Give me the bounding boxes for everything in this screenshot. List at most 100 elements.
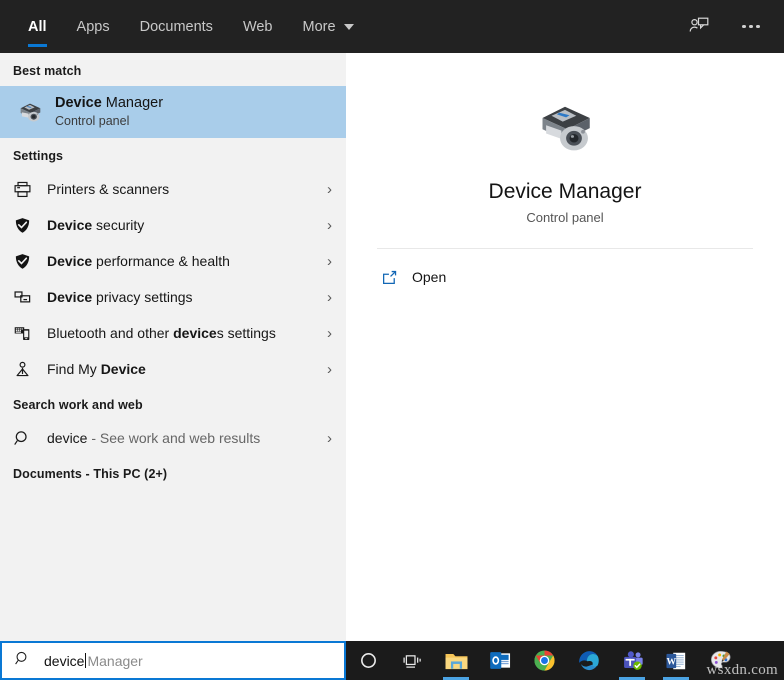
open-action-row[interactable]: Open <box>346 258 784 296</box>
best-match-text: Device Manager Control panel <box>55 94 163 130</box>
tab-more-label: More <box>302 18 336 35</box>
web-search-result-row[interactable]: device - See work and web results › <box>0 420 346 456</box>
search-input-suggestion: Manager <box>87 652 143 669</box>
label-pre: Find My <box>47 361 101 377</box>
device-manager-icon <box>13 95 47 129</box>
find-my-device-icon <box>13 360 39 379</box>
paint-icon[interactable] <box>698 641 742 680</box>
device-manager-icon <box>528 90 602 164</box>
ellipsis-dots <box>742 24 760 29</box>
tab-apps[interactable]: Apps <box>62 0 125 53</box>
best-match-title: Device Manager <box>55 94 163 112</box>
settings-item-device-privacy-settings[interactable]: Device privacy settings › <box>0 279 346 315</box>
settings-item-label: Device performance & health <box>47 253 230 269</box>
chevron-right-icon: › <box>327 252 332 270</box>
settings-item-label: Find My Device <box>47 361 146 377</box>
web-search-query: device <box>47 430 88 446</box>
search-input-text: device Manager <box>44 653 143 669</box>
windows-search-flyout: All Apps Documents Web More Best match D… <box>0 0 784 680</box>
best-match-title-rest: Manager <box>101 95 164 111</box>
label-bold: Device <box>47 289 93 305</box>
settings-item-device-performance-and-health[interactable]: Device performance & health › <box>0 243 346 279</box>
header-actions <box>682 0 784 53</box>
external-link-icon <box>377 269 401 286</box>
chevron-right-icon: › <box>327 429 332 447</box>
open-action-label: Open <box>412 269 447 285</box>
edge-icon[interactable] <box>566 641 610 680</box>
preview-header: Device Manager Control panel <box>346 53 784 225</box>
label-post: Printers & scanners <box>47 181 170 197</box>
tab-all-label: All <box>28 18 47 35</box>
search-icon <box>14 650 31 672</box>
chevron-right-icon: › <box>327 180 332 198</box>
preview-pane: Device Manager Control panel Open <box>346 53 784 641</box>
file-explorer-icon[interactable] <box>434 641 478 680</box>
preview-title: Device Manager <box>488 180 642 203</box>
chevron-right-icon: › <box>327 324 332 342</box>
label-bold: Device <box>47 217 93 233</box>
label-post: security <box>92 217 145 233</box>
web-search-label: device - See work and web results <box>47 430 260 446</box>
chevron-down-icon <box>343 23 354 30</box>
settings-item-device-security[interactable]: Device security › <box>0 207 346 243</box>
word-icon[interactable]: W <box>654 641 698 680</box>
tab-apps-label: Apps <box>76 18 110 35</box>
search-input[interactable]: device Manager <box>0 641 346 680</box>
label-bold: Device <box>47 253 93 269</box>
chevron-right-icon: › <box>327 288 332 306</box>
chrome-icon[interactable] <box>522 641 566 680</box>
outlook-icon[interactable] <box>478 641 522 680</box>
search-header: All Apps Documents Web More <box>0 0 784 53</box>
shield-icon <box>13 252 39 271</box>
settings-item-find-my-device[interactable]: Find My Device › <box>0 351 346 387</box>
web-search-suffix: - See work and web results <box>87 430 261 446</box>
label-post: privacy settings <box>92 289 193 305</box>
label-pre: Bluetooth and other <box>47 325 174 341</box>
bluetooth-devices-icon <box>13 324 39 343</box>
label-post: s settings <box>216 325 276 341</box>
search-icon <box>13 429 39 448</box>
tab-web[interactable]: Web <box>228 0 288 53</box>
taskbar-icons: W wsxdn.com <box>346 641 784 680</box>
tab-more[interactable]: More <box>288 0 369 53</box>
taskbar: device Manager W wsxdn.com <box>0 641 784 680</box>
best-match-title-bold: Device <box>55 95 102 111</box>
settings-item-label: Bluetooth and other devices settings <box>47 325 276 341</box>
tab-web-label: Web <box>242 18 273 35</box>
settings-item-printers-and-scanners[interactable]: Printers & scanners › <box>0 171 346 207</box>
devices-privacy-icon <box>13 288 39 307</box>
settings-item-label: Device security <box>47 217 144 233</box>
chevron-right-icon: › <box>327 216 332 234</box>
shield-icon <box>13 216 39 235</box>
documents-this-pc-header: Documents - This PC (2+) <box>13 467 168 481</box>
teams-icon[interactable] <box>610 641 654 680</box>
search-body: Best match Device Manager Control panel … <box>0 53 784 641</box>
search-filter-tabs: All Apps Documents Web More <box>0 0 369 53</box>
ellipsis-icon[interactable] <box>734 10 768 44</box>
search-input-typed-value: device <box>44 652 85 669</box>
preview-subtitle: Control panel <box>526 210 604 225</box>
settings-item-bluetooth-and-other-devices[interactable]: Bluetooth and other devices settings › <box>0 315 346 351</box>
tab-all[interactable]: All <box>13 0 62 53</box>
best-match-header: Best match <box>13 64 82 78</box>
settings-header: Settings <box>13 149 64 163</box>
cortana-icon[interactable] <box>346 641 390 680</box>
text-caret <box>85 653 87 668</box>
best-match-result-device-manager[interactable]: Device Manager Control panel <box>0 86 346 138</box>
actions-divider <box>377 248 753 249</box>
best-match-subtitle: Control panel <box>55 114 130 128</box>
task-view-icon[interactable] <box>390 641 434 680</box>
svg-text:W: W <box>667 656 677 667</box>
tab-documents[interactable]: Documents <box>125 0 228 53</box>
settings-item-label: Device privacy settings <box>47 289 193 305</box>
label-bold: Device <box>100 361 146 377</box>
results-list-pane: Best match Device Manager Control panel … <box>0 53 346 641</box>
tab-documents-label: Documents <box>139 18 213 35</box>
person-feedback-icon[interactable] <box>682 10 716 44</box>
search-work-and-web-header: Search work and web <box>13 398 143 412</box>
label-bold: device <box>173 325 217 341</box>
printer-icon <box>13 180 39 199</box>
chevron-right-icon: › <box>327 360 332 378</box>
label-post: performance & health <box>92 253 230 269</box>
settings-item-label: Printers & scanners <box>47 181 169 197</box>
